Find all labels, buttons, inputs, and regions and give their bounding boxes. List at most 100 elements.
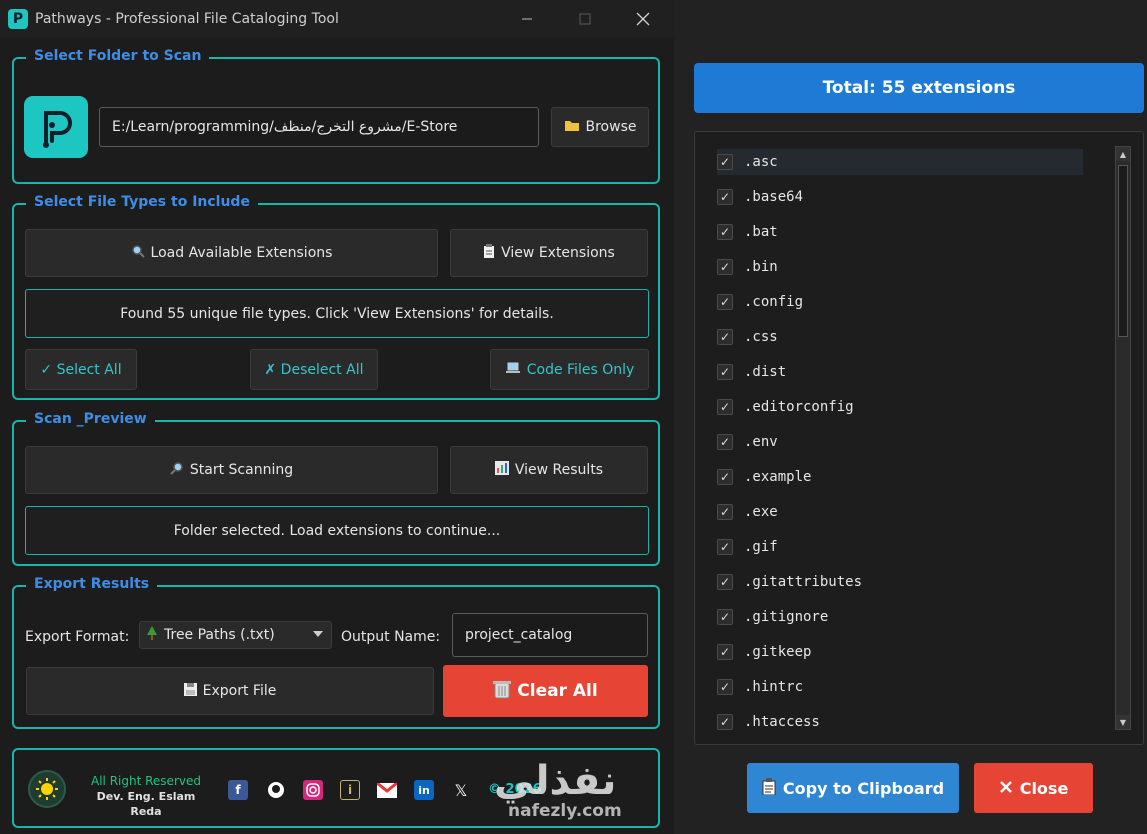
- bar-chart-icon: [494, 461, 509, 479]
- close-window-button[interactable]: [614, 0, 672, 38]
- extension-label: .css: [744, 329, 778, 345]
- scrollbar-thumb[interactable]: [1118, 165, 1128, 337]
- extension-checkbox[interactable]: ✓: [717, 399, 733, 415]
- extension-item[interactable]: ✓ .asc: [717, 149, 1083, 175]
- extension-checkbox[interactable]: ✓: [717, 224, 733, 240]
- extension-checkbox[interactable]: ✓: [717, 294, 733, 310]
- gmail-icon[interactable]: [377, 780, 397, 800]
- linkedin-icon[interactable]: in: [414, 780, 434, 800]
- extension-checkbox[interactable]: ✓: [717, 609, 733, 625]
- start-scanning-button[interactable]: Start Scanning: [25, 446, 438, 494]
- extension-checkbox[interactable]: ✓: [717, 434, 733, 450]
- extension-item[interactable]: ✓ .bin: [717, 254, 780, 280]
- extensions-info: Found 55 unique file types. Click 'View …: [25, 289, 649, 338]
- scan-status: Folder selected. Load extensions to cont…: [25, 506, 649, 555]
- browse-label: Browse: [585, 119, 637, 135]
- extension-checkbox[interactable]: ✓: [717, 259, 733, 275]
- extension-label: .editorconfig: [744, 399, 854, 415]
- github-icon[interactable]: [266, 780, 286, 800]
- clipboard-icon: [762, 777, 776, 799]
- chevron-down-icon: [313, 631, 323, 637]
- footer-credits: All Right Reserved Dev. Eng. Eslam Reda: [82, 774, 210, 819]
- extension-label: .htaccess: [744, 714, 820, 730]
- view-results-button[interactable]: View Results: [450, 446, 648, 494]
- info-icon[interactable]: i: [340, 780, 360, 800]
- clear-all-button[interactable]: Clear All: [443, 665, 648, 717]
- tree-icon: [146, 626, 158, 644]
- extension-item[interactable]: ✓ .hintrc: [717, 674, 805, 700]
- extension-checkbox[interactable]: ✓: [717, 714, 733, 730]
- instagram-icon[interactable]: [303, 780, 323, 800]
- extension-item[interactable]: ✓ .gif: [717, 534, 780, 560]
- extension-checkbox[interactable]: ✓: [717, 364, 733, 380]
- code-files-only-label: Code Files Only: [526, 361, 635, 378]
- scroll-up-arrow[interactable]: ▲: [1116, 147, 1130, 161]
- extension-label: .exe: [744, 504, 778, 520]
- copy-to-clipboard-button[interactable]: Copy to Clipboard: [747, 763, 959, 813]
- close-label: Close: [1019, 778, 1069, 798]
- maximize-button[interactable]: [556, 0, 614, 38]
- file-types-group: Select File Types to Include Load Availa…: [12, 194, 660, 400]
- code-files-only-button[interactable]: Code Files Only: [490, 349, 649, 390]
- export-format-select[interactable]: Tree Paths (.txt): [139, 621, 332, 649]
- magnifier-icon: [170, 461, 184, 479]
- extension-checkbox[interactable]: ✓: [717, 504, 733, 520]
- minimize-button[interactable]: [498, 0, 556, 38]
- extension-item[interactable]: ✓ .css: [717, 324, 780, 350]
- folder-path-input[interactable]: E:/Learn/programming/مشروع التخرج/منظف/E…: [99, 107, 539, 147]
- extension-checkbox[interactable]: ✓: [717, 679, 733, 695]
- facebook-icon[interactable]: f: [228, 780, 248, 800]
- file-types-group-title: Select File Types to Include: [26, 194, 258, 210]
- folder-group-title: Select Folder to Scan: [26, 48, 210, 64]
- clipboard-icon: [483, 244, 495, 262]
- trash-icon: [493, 679, 512, 704]
- output-name-input[interactable]: project_catalog: [452, 613, 648, 657]
- extension-checkbox[interactable]: ✓: [717, 329, 733, 345]
- load-extensions-button[interactable]: Load Available Extensions: [25, 229, 438, 277]
- extension-item[interactable]: ✓ .htaccess: [717, 709, 822, 735]
- extension-item[interactable]: ✓ .dist: [717, 359, 788, 385]
- x-icon[interactable]: 𝕏: [451, 780, 471, 800]
- browse-button[interactable]: Browse: [551, 107, 649, 147]
- extension-item[interactable]: ✓ .gitattributes: [717, 569, 864, 595]
- extension-checkbox[interactable]: ✓: [717, 189, 733, 205]
- scan-group: Scan _Preview Start Scanning View Result…: [12, 411, 660, 566]
- sun-logo: [28, 770, 66, 808]
- extension-checkbox[interactable]: ✓: [717, 574, 733, 590]
- export-file-label: Export File: [202, 683, 277, 699]
- extension-item[interactable]: ✓ .env: [717, 429, 780, 455]
- deselect-all-button[interactable]: ✗ Deselect All: [250, 349, 378, 390]
- extension-checkbox[interactable]: ✓: [717, 154, 733, 170]
- view-results-label: View Results: [514, 462, 604, 478]
- extension-item[interactable]: ✓ .example: [717, 464, 813, 490]
- watermark-latin: nafezly.com: [508, 801, 622, 821]
- total-extensions-banner: Total: 55 extensions: [694, 63, 1144, 113]
- view-extensions-button[interactable]: View Extensions: [450, 229, 648, 277]
- extension-item[interactable]: ✓ .gitkeep: [717, 639, 813, 665]
- extension-label: .base64: [744, 189, 804, 205]
- extension-checkbox[interactable]: ✓: [717, 539, 733, 555]
- extension-item[interactable]: ✓ .exe: [717, 499, 780, 525]
- extension-label: .asc: [744, 154, 778, 170]
- extension-item[interactable]: ✓ .config: [717, 289, 805, 315]
- extension-item[interactable]: ✓ .gitignore: [717, 604, 830, 630]
- folder-group: Select Folder to Scan E:/Learn/programmi…: [12, 48, 660, 184]
- select-all-button[interactable]: ✓ Select All: [25, 349, 137, 390]
- close-dialog-button[interactable]: Close: [974, 763, 1093, 813]
- extension-item[interactable]: ✓ .bat: [717, 219, 780, 245]
- rights-text: All Right Reserved: [91, 774, 201, 788]
- extension-checkbox[interactable]: ✓: [717, 469, 733, 485]
- copy-label: Copy to Clipboard: [782, 778, 945, 798]
- floppy-icon: [183, 682, 197, 700]
- extension-label: .gif: [744, 539, 778, 555]
- list-scrollbar[interactable]: ▲ ▼: [1115, 146, 1131, 730]
- extension-item[interactable]: ✓ .base64: [717, 184, 805, 210]
- extension-item[interactable]: ✓ .editorconfig: [717, 394, 856, 420]
- export-file-button[interactable]: Export File: [26, 667, 434, 715]
- extension-label: .config: [744, 294, 804, 310]
- extension-checkbox[interactable]: ✓: [717, 644, 733, 660]
- scroll-down-arrow[interactable]: ▼: [1116, 715, 1130, 729]
- laptop-icon: [505, 362, 521, 378]
- developer-text: Dev. Eng. Eslam Reda: [96, 790, 196, 818]
- app-icon: P: [8, 9, 28, 29]
